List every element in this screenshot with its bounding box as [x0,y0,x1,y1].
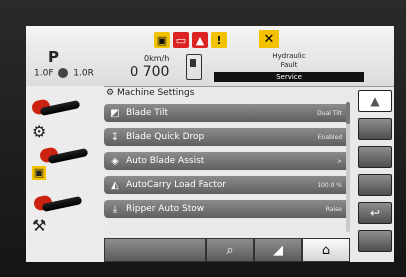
hydraulic-line1: Hydraulic [272,52,306,60]
forward-ratio: 1.0F [34,68,54,79]
auxiliary-lever [32,194,84,213]
temperature-warning-icon: ▲ [192,32,208,48]
menu-item-blade-tilt[interactable]: ◩ Blade Tilt Dual Tilt [104,104,350,122]
settings-icon: ⚙ [106,88,117,98]
ripper-lever-icon: ⚒ [32,216,47,235]
display-screen: ▣ ▭ ▲ ! ✕ P 1.0F 1.0R 0km/h 0 700 Hydrau… [26,26,394,262]
blade-assist-icon: ◈ [111,155,119,167]
menu-item-label: Blade Tilt [126,108,169,118]
chevron-right-icon: > [336,157,342,165]
menu-item-autocarry-load-factor[interactable]: ◭ AutoCarry Load Factor 100.0 % [104,176,350,194]
menu-item-value: Enabled [317,133,342,141]
back-arrow-icon: ↩ [369,206,381,220]
blade-lever [30,98,82,117]
soft-key-4[interactable] [358,174,392,196]
engine-speed: 0 700 [130,64,169,80]
menu-item-ripper-auto-stow[interactable]: ⤓ Ripper Auto Stow Raise [104,200,350,218]
engine-warning-icon: ▭ [173,32,189,48]
home-icon: ⌂ [321,242,331,258]
soft-key-3[interactable] [358,146,392,168]
bottom-key-1[interactable] [104,238,206,262]
service-warning-icon: ! [211,32,227,48]
menu-item-blade-quick-drop[interactable]: ↧ Blade Quick Drop Enabled [104,128,350,146]
soft-key-2[interactable] [358,118,392,140]
menu-item-label: AutoCarry Load Factor [126,180,227,190]
menu-item-label: Ripper Auto Stow [126,204,205,214]
implement-panel: ⚙ ▣ ⚒ [26,86,104,262]
fuel-icon [186,54,202,80]
back-button[interactable]: ↩ [358,202,392,224]
camera-view-button[interactable]: ⌕ [206,238,254,262]
hydraulic-fault-text: Hydraulic Fault [214,52,364,70]
ripper-icon: ⤓ [112,203,118,215]
home-button[interactable]: ⌂ [302,238,350,262]
status-bar: ▣ ▭ ▲ ! ✕ P 1.0F 1.0R 0km/h 0 700 Hydrau… [26,26,394,87]
machine-view-button[interactable]: ◢ [254,238,302,262]
service-banner: Service [214,72,364,82]
scroll-up-button[interactable]: ▲ [358,90,392,112]
lock-indicator-icon: ▣ [32,166,46,180]
camera-icon: ⌕ [226,242,234,258]
warning-strip: ▣ ▭ ▲ ! [154,32,227,50]
bottom-nav: ⌕ ◢ ⌂ [104,236,394,262]
hydraulic-fault-icon: ✕ [259,30,279,48]
menu-item-label: Blade Quick Drop [126,132,205,142]
hydraulic-line2: Fault [280,61,298,69]
speed-unit: 0km/h [144,54,170,63]
arrow-up-icon: ▲ [370,94,380,108]
speed-prefix: 0 [130,65,139,80]
blade-lever-icon: ⚙ [32,122,47,141]
menu-item-value: 100.0 % [317,181,342,189]
battery-warning-icon: ▣ [154,32,170,48]
menu-title: ⚙ Machine Settings [106,88,195,98]
menu-item-label: Auto Blade Assist [126,156,205,166]
blade-drop-icon: ↧ [110,131,120,143]
menu-item-value: Raise [325,205,342,213]
menu-item-auto-blade-assist[interactable]: ◈ Auto Blade Assist > [104,152,350,170]
dozer-icon: ◢ [273,242,283,258]
reverse-ratio: 1.0R [73,68,94,79]
machine-settings-menu: ⚙ Machine Settings ◩ Blade Tilt Dual Til… [104,86,352,236]
autocarry-icon: ◭ [111,179,119,191]
direction-ratio: 1.0F 1.0R [34,68,94,79]
engine-speed-value: 700 [142,64,170,80]
blade-tilt-icon: ◩ [110,107,120,119]
menu-scrollbar[interactable] [346,102,350,232]
menu-item-value: Dual Tilt [317,109,342,117]
direction-icon [58,68,69,78]
gear-indicator: P [48,48,59,66]
ripper-lever [38,146,90,165]
